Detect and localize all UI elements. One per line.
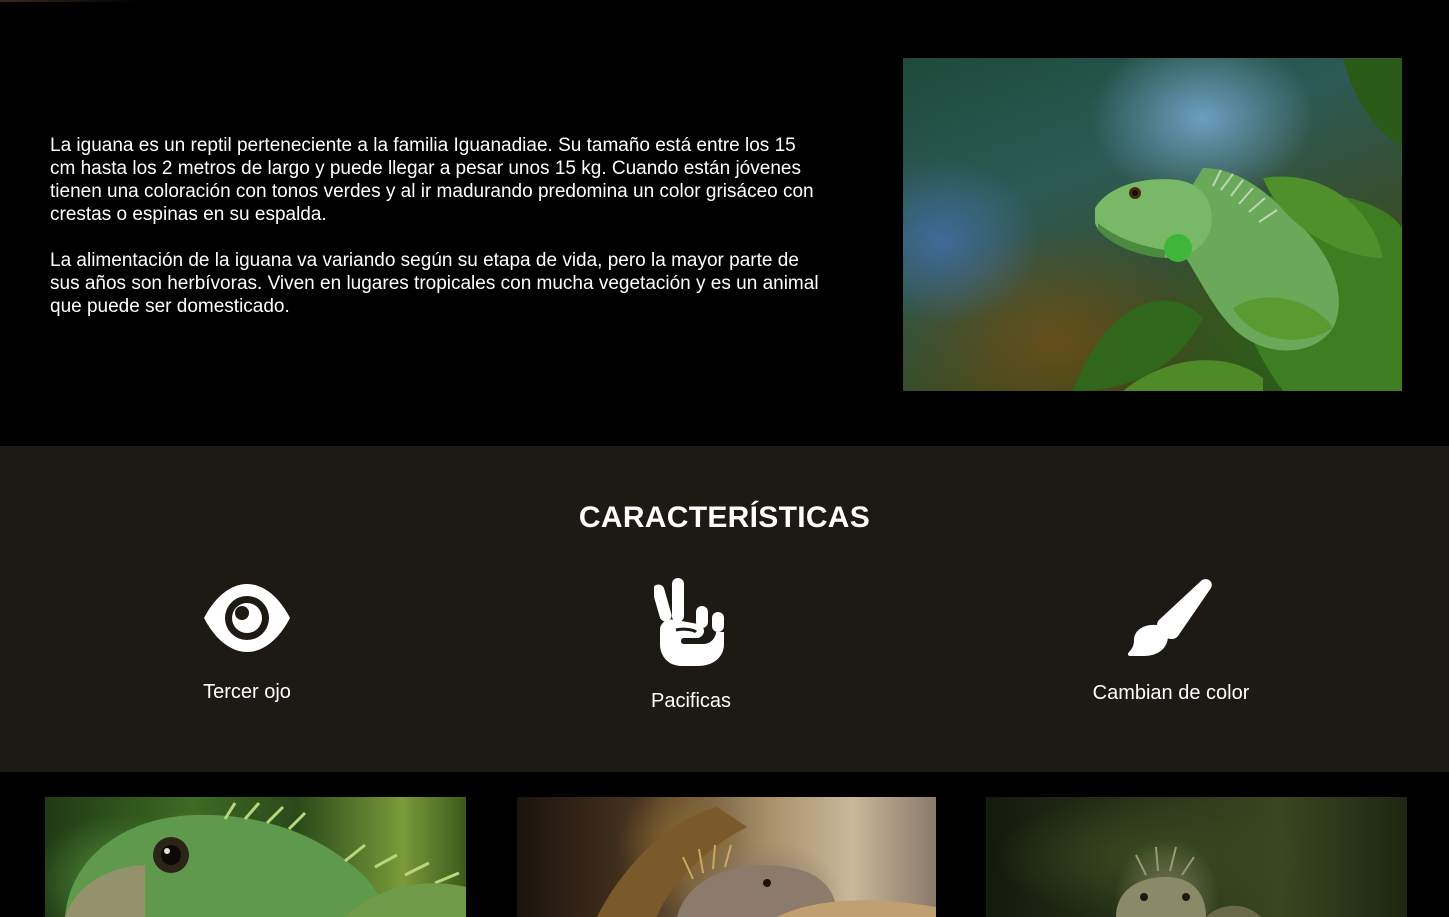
brown-iguana-illustration: [597, 807, 936, 917]
peace-hand-icon: [654, 578, 724, 666]
hero-iguana-illustration: [1073, 58, 1402, 391]
feature-label: Pacificas: [650, 690, 732, 712]
eye-icon: [204, 584, 290, 652]
gallery-image-brown-iguana[interactable]: [517, 797, 936, 917]
intro-text: La iguana es un reptil perteneciente a l…: [50, 134, 820, 341]
gallery-section: [0, 772, 1449, 917]
gallery-image-green-iguana[interactable]: [45, 797, 466, 917]
gallery-image-grey-iguana[interactable]: [986, 797, 1407, 917]
paint-brush-icon: [1128, 579, 1212, 656]
green-iguana-illustration: [65, 802, 466, 917]
feature-item-tercer-ojo: Tercer ojo: [97, 583, 397, 704]
feature-label: Tercer ojo: [203, 681, 291, 703]
hero-iguana-image: [903, 58, 1402, 391]
grey-iguana-illustration: [1116, 846, 1261, 917]
feature-item-pacificas: Pacificas: [541, 578, 841, 713]
intro-paragraph-1: La iguana es un reptil perteneciente a l…: [50, 135, 814, 225]
intro-section: La iguana es un reptil perteneciente a l…: [0, 0, 1449, 446]
page: La iguana es un reptil perteneciente a l…: [0, 0, 1449, 917]
top-accent-line: [0, 0, 140, 2]
intro-paragraph-2: La alimentación de la iguana va variando…: [50, 250, 819, 317]
features-section: CARACTERÍSTICAS Tercer ojo Pacificas Cam…: [0, 446, 1449, 772]
features-title: CARACTERÍSTICAS: [578, 501, 871, 534]
feature-label: Cambian de color: [1092, 682, 1250, 704]
feature-item-cambian-de-color: Cambian de color: [1021, 578, 1321, 705]
